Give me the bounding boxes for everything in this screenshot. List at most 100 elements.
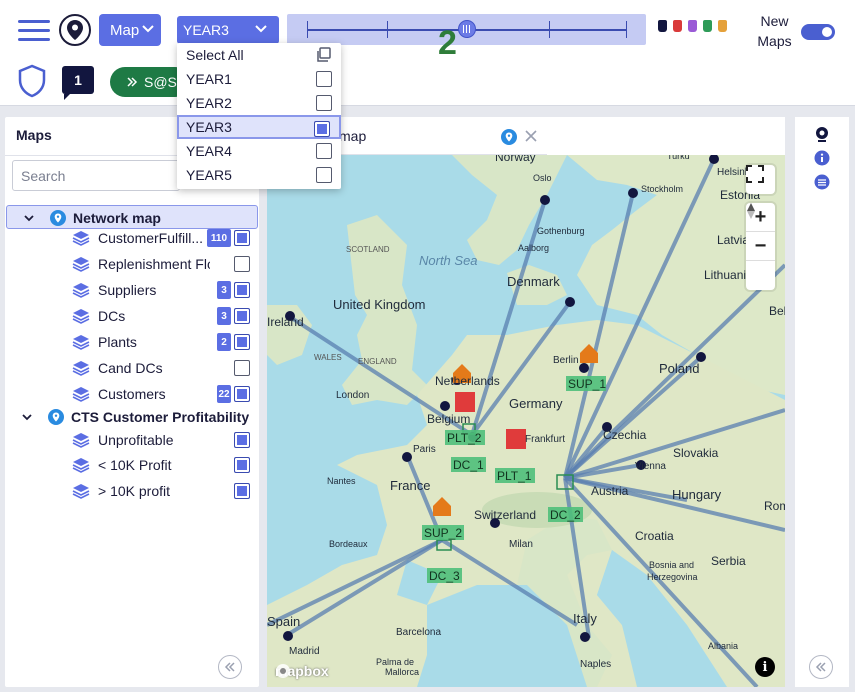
country-label: Austria [591, 484, 629, 498]
year-option[interactable]: YEAR5 [177, 163, 341, 187]
shield-icon[interactable] [17, 64, 47, 98]
layer-item[interactable]: Plants 2 [5, 330, 259, 354]
scenario-count-badge[interactable]: 1 [62, 66, 94, 100]
layer-checkbox[interactable] [234, 483, 250, 499]
facility-label-dc2[interactable]: DC_2 [548, 507, 583, 522]
map-canvas[interactable]: Norway Oslo Stockholm Helsinki Turku Est… [267, 155, 785, 687]
layer-checkbox[interactable] [234, 360, 250, 376]
year-selector-dropdown[interactable]: YEAR3 [177, 16, 279, 44]
layer-label: Cand DCs [98, 360, 163, 376]
svg-text:DC_2: DC_2 [550, 508, 581, 522]
map-view-dropdown[interactable]: Map [99, 14, 161, 46]
year-option-label: YEAR3 [186, 119, 232, 135]
info-circle-icon[interactable] [814, 150, 830, 166]
legend-icon [703, 20, 712, 32]
layer-label: > 10K profit [98, 483, 170, 499]
layer-checkbox[interactable] [234, 457, 250, 473]
compass-icon[interactable] [746, 203, 775, 290]
timeline-tick [549, 21, 550, 38]
country-label: Switzerland [474, 508, 536, 522]
layer-item[interactable]: Unprofitable [5, 428, 259, 452]
select-all-icon[interactable] [316, 47, 332, 63]
layer-checkbox[interactable] [234, 432, 250, 448]
year-option-checkbox[interactable] [316, 143, 332, 159]
zoom-out-icon[interactable]: − [746, 232, 775, 261]
plant-marker[interactable] [455, 392, 475, 412]
customer-point [283, 631, 293, 641]
country-label: Denmark [507, 274, 560, 289]
city-label: Mallorca [385, 667, 419, 677]
year-option[interactable]: YEAR4 [177, 139, 341, 163]
map-panel: map Norway Oslo Stockholm Helsinki Turku… [267, 117, 785, 687]
legend-icon [718, 20, 727, 32]
annotation-2: 2 [438, 24, 457, 62]
layer-item[interactable]: Customers 22 [5, 382, 259, 406]
customer-point [628, 188, 638, 198]
layer-item[interactable]: Suppliers 3 [5, 278, 259, 302]
new-maps-label-line: New [760, 13, 789, 29]
map-svg[interactable]: Norway Oslo Stockholm Helsinki Turku Est… [267, 155, 785, 687]
hamburger-menu-icon[interactable] [18, 20, 50, 42]
layer-item[interactable]: > 10K profit [5, 479, 259, 503]
layers-icon [72, 335, 90, 350]
info-icon[interactable]: i [755, 657, 775, 677]
fullscreen-icon[interactable] [746, 165, 775, 194]
timeline-tick [307, 21, 308, 38]
layer-checkbox[interactable] [234, 386, 250, 402]
facility-label-dc1[interactable]: DC_1 [451, 457, 486, 472]
mapbox-logo[interactable]: mapbox [275, 663, 329, 679]
layer-item[interactable]: < 10K Profit [5, 453, 259, 477]
location-pin-icon[interactable] [59, 14, 91, 46]
collapse-left-button[interactable] [218, 655, 242, 679]
layer-checkbox[interactable] [234, 334, 250, 350]
customer-point [580, 632, 590, 642]
new-maps-toggle[interactable] [801, 24, 835, 40]
layer-checkbox[interactable] [234, 256, 250, 272]
select-all-option[interactable]: Select All [177, 43, 341, 67]
new-maps-label: New Maps [752, 11, 797, 51]
facility-label-plt2[interactable]: PLT_2 [445, 430, 485, 445]
plant-marker[interactable] [506, 429, 526, 449]
year-option[interactable]: YEAR1 [177, 67, 341, 91]
legend-icon [673, 20, 682, 32]
layer-checkbox[interactable] [234, 230, 250, 246]
search-input[interactable] [12, 160, 180, 191]
chevron-down-icon[interactable] [23, 212, 35, 224]
sea-label: North Sea [419, 253, 478, 268]
collapse-right-button[interactable] [809, 655, 833, 679]
map-view-label: Map [110, 21, 140, 39]
layer-item[interactable]: Cand DCs [5, 356, 259, 380]
chevron-down-icon[interactable] [21, 411, 33, 423]
layer-item[interactable]: Replenishment Flow [5, 252, 259, 276]
timeline-thumb[interactable] [457, 20, 476, 38]
layer-item[interactable]: DCs 3 [5, 304, 259, 328]
timeline-slider[interactable] [287, 14, 646, 45]
layer-item[interactable]: CustomerFulfill... 110 [5, 226, 259, 250]
facility-label-plt1[interactable]: PLT_1 [495, 468, 535, 483]
facility-label-dc3[interactable]: DC_3 [427, 568, 462, 583]
country-label: Ireland [267, 315, 304, 329]
country-label: Latvia [717, 233, 749, 247]
map-group[interactable]: CTS Customer Profitability [5, 405, 259, 429]
map-pin-icon [50, 210, 66, 226]
layer-checkbox[interactable] [234, 282, 250, 298]
layer-label: < 10K Profit [98, 457, 172, 473]
location-marker-icon[interactable] [814, 126, 830, 142]
city-label: Naples [580, 659, 611, 670]
year-option-checkbox[interactable] [316, 167, 332, 183]
layers-circle-icon[interactable] [814, 174, 830, 190]
year-option[interactable]: YEAR3 [177, 115, 341, 139]
layer-checkbox[interactable] [234, 308, 250, 324]
year-option[interactable]: YEAR2 [177, 91, 341, 115]
year-option-checkbox[interactable] [314, 121, 330, 137]
country-label: Norway [495, 155, 536, 164]
facility-label-sup2[interactable]: SUP_2 [422, 525, 464, 540]
facility-label-sup1[interactable]: SUP_1 [566, 376, 606, 391]
year-option-checkbox[interactable] [316, 95, 332, 111]
layer-count-badge: 2 [217, 333, 231, 351]
year-option-checkbox[interactable] [316, 71, 332, 87]
close-icon[interactable] [525, 130, 537, 142]
fullscreen-control[interactable] [746, 165, 775, 194]
layer-count-badge: 22 [217, 385, 231, 403]
maps-panel: Maps Network mapCustomerFulfill...110Rep… [5, 117, 259, 687]
